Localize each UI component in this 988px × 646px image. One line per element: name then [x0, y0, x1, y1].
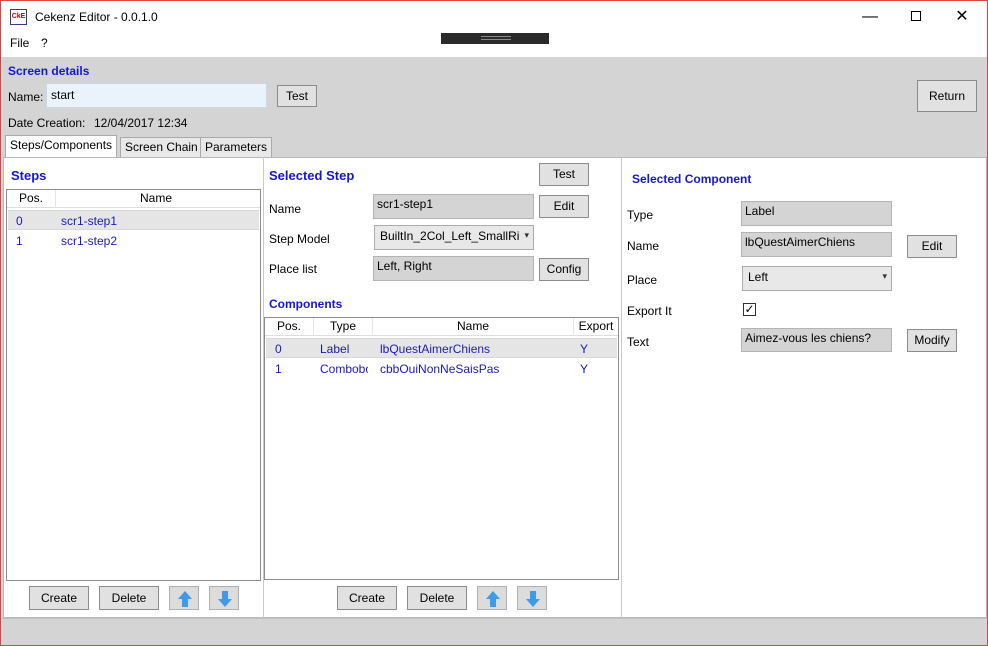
components-move-down-button[interactable] — [517, 586, 547, 610]
steps-move-up-button[interactable] — [169, 586, 199, 610]
component-text-label: Text — [627, 335, 650, 349]
arrow-down-icon — [526, 591, 540, 607]
close-button[interactable]: ✕ — [939, 1, 985, 33]
step-pos: 1 — [16, 234, 23, 248]
components-delete-button[interactable]: Delete — [407, 586, 467, 610]
date-creation-label: Date Creation: — [8, 116, 86, 130]
export-it-checkbox[interactable]: ✓ — [743, 303, 756, 316]
components-title: Components — [269, 297, 343, 311]
arrow-down-icon — [218, 591, 232, 607]
component-text-field[interactable]: Aimez-vous les chiens? — [741, 328, 892, 352]
step-name: scr1-step1 — [61, 214, 118, 228]
arrow-up-icon — [486, 591, 500, 607]
step-edit-button[interactable]: Edit — [539, 195, 589, 218]
table-row[interactable]: 1 scr1-step2 — [8, 231, 259, 251]
component-name: cbbOuiNonNeSaisPas — [380, 362, 500, 376]
components-create-button[interactable]: Create — [337, 586, 397, 610]
drag-handle[interactable] — [441, 33, 549, 44]
date-creation-value: 12/04/2017 12:34 — [94, 116, 188, 130]
steps-move-down-button[interactable] — [209, 586, 239, 610]
chevron-down-icon: ▾ — [882, 271, 887, 281]
export-it-label: Export It — [627, 304, 672, 318]
menu-file[interactable]: File — [10, 36, 29, 50]
component-export: Y — [580, 342, 589, 356]
component-edit-button[interactable]: Edit — [907, 235, 957, 258]
tab-steps-components[interactable]: Steps/Components — [5, 135, 118, 157]
menu-help[interactable]: ? — [41, 36, 48, 50]
app-logo-icon: CkE — [10, 9, 27, 25]
step-pos: 0 — [16, 214, 23, 228]
steps-title: Steps — [11, 168, 47, 183]
column-header-name[interactable]: Name — [56, 190, 256, 208]
component-pos: 0 — [275, 342, 282, 356]
component-type: Combobox — [320, 362, 368, 376]
component-type-field[interactable]: Label — [741, 201, 892, 226]
component-export: Y — [580, 362, 589, 376]
column-divider — [621, 157, 622, 618]
place-config-button[interactable]: Config — [539, 258, 589, 281]
steps-list[interactable]: Pos. Name 0 scr1-step1 1 scr1-step2 — [6, 189, 261, 581]
app-window: CkE Cekenz Editor - 0.0.1.0 — ✕ File ? S… — [0, 0, 988, 646]
window-title: Cekenz Editor - 0.0.1.0 — [35, 10, 158, 24]
step-name-field[interactable]: scr1-step1 — [373, 194, 534, 219]
maximize-button[interactable] — [893, 1, 939, 33]
arrow-up-icon — [178, 591, 192, 607]
screen-name-label: Name: — [8, 90, 44, 104]
column-header-pos[interactable]: Pos. — [265, 318, 314, 336]
main-area: Screen details Name: start Test Return D… — [1, 57, 987, 645]
tab-parameters[interactable]: Parameters — [200, 137, 273, 157]
components-list[interactable]: Pos. Type Name Export 0 Label lbQuestAim… — [264, 317, 619, 580]
maximize-icon — [911, 11, 921, 21]
screen-details-title: Screen details — [8, 64, 90, 78]
component-place-select[interactable]: Left ▾ — [742, 266, 892, 291]
steps-list-header: Pos. Name — [7, 190, 260, 208]
selected-step-title: Selected Step — [269, 168, 355, 183]
table-row[interactable]: 1 Combobox cbbOuiNonNeSaisPas Y — [266, 359, 617, 379]
steps-delete-button[interactable]: Delete — [99, 586, 159, 610]
chevron-down-icon: ▾ — [524, 230, 529, 240]
step-name-label: Name — [269, 202, 302, 216]
table-row[interactable]: 0 scr1-step1 — [8, 210, 259, 230]
selected-component-title: Selected Component — [632, 172, 752, 186]
component-type-label: Type — [627, 208, 654, 222]
component-pos: 1 — [275, 362, 282, 376]
component-place-label: Place — [627, 273, 658, 287]
step-test-button[interactable]: Test — [539, 163, 589, 186]
step-model-label: Step Model — [269, 232, 330, 246]
table-row[interactable]: 0 Label lbQuestAimerChiens Y — [266, 338, 617, 358]
minimize-button[interactable]: — — [847, 1, 893, 33]
component-modify-button[interactable]: Modify — [907, 329, 957, 352]
steps-create-button[interactable]: Create — [29, 586, 89, 610]
column-header-type[interactable]: Type — [314, 318, 373, 336]
column-header-export[interactable]: Export — [574, 318, 618, 336]
component-name-field[interactable]: lbQuestAimerChiens — [741, 232, 892, 257]
title-bar[interactable]: CkE Cekenz Editor - 0.0.1.0 — ✕ — [1, 1, 987, 33]
step-model-select[interactable]: BuiltIn_2Col_Left_SmallRi ▾ — [374, 225, 534, 250]
component-name: lbQuestAimerChiens — [380, 342, 491, 356]
components-move-up-button[interactable] — [477, 586, 507, 610]
screen-name-input[interactable]: start — [46, 83, 267, 108]
component-place-value: Left — [748, 270, 769, 284]
tab-screen-chain[interactable]: Screen Chain — [120, 137, 203, 157]
place-list-field[interactable]: Left, Right — [373, 256, 534, 281]
component-name-label: Name — [627, 239, 660, 253]
place-list-label: Place list — [269, 262, 318, 276]
return-button[interactable]: Return — [917, 80, 977, 112]
step-model-value: BuiltIn_2Col_Left_SmallRi — [380, 229, 520, 243]
components-list-header: Pos. Type Name Export — [265, 318, 618, 336]
column-header-pos[interactable]: Pos. — [7, 190, 56, 208]
step-name: scr1-step2 — [61, 234, 118, 248]
screen-test-button[interactable]: Test — [277, 85, 317, 107]
status-bar — [1, 618, 987, 645]
component-type: Label — [320, 342, 350, 356]
column-header-name[interactable]: Name — [373, 318, 574, 336]
